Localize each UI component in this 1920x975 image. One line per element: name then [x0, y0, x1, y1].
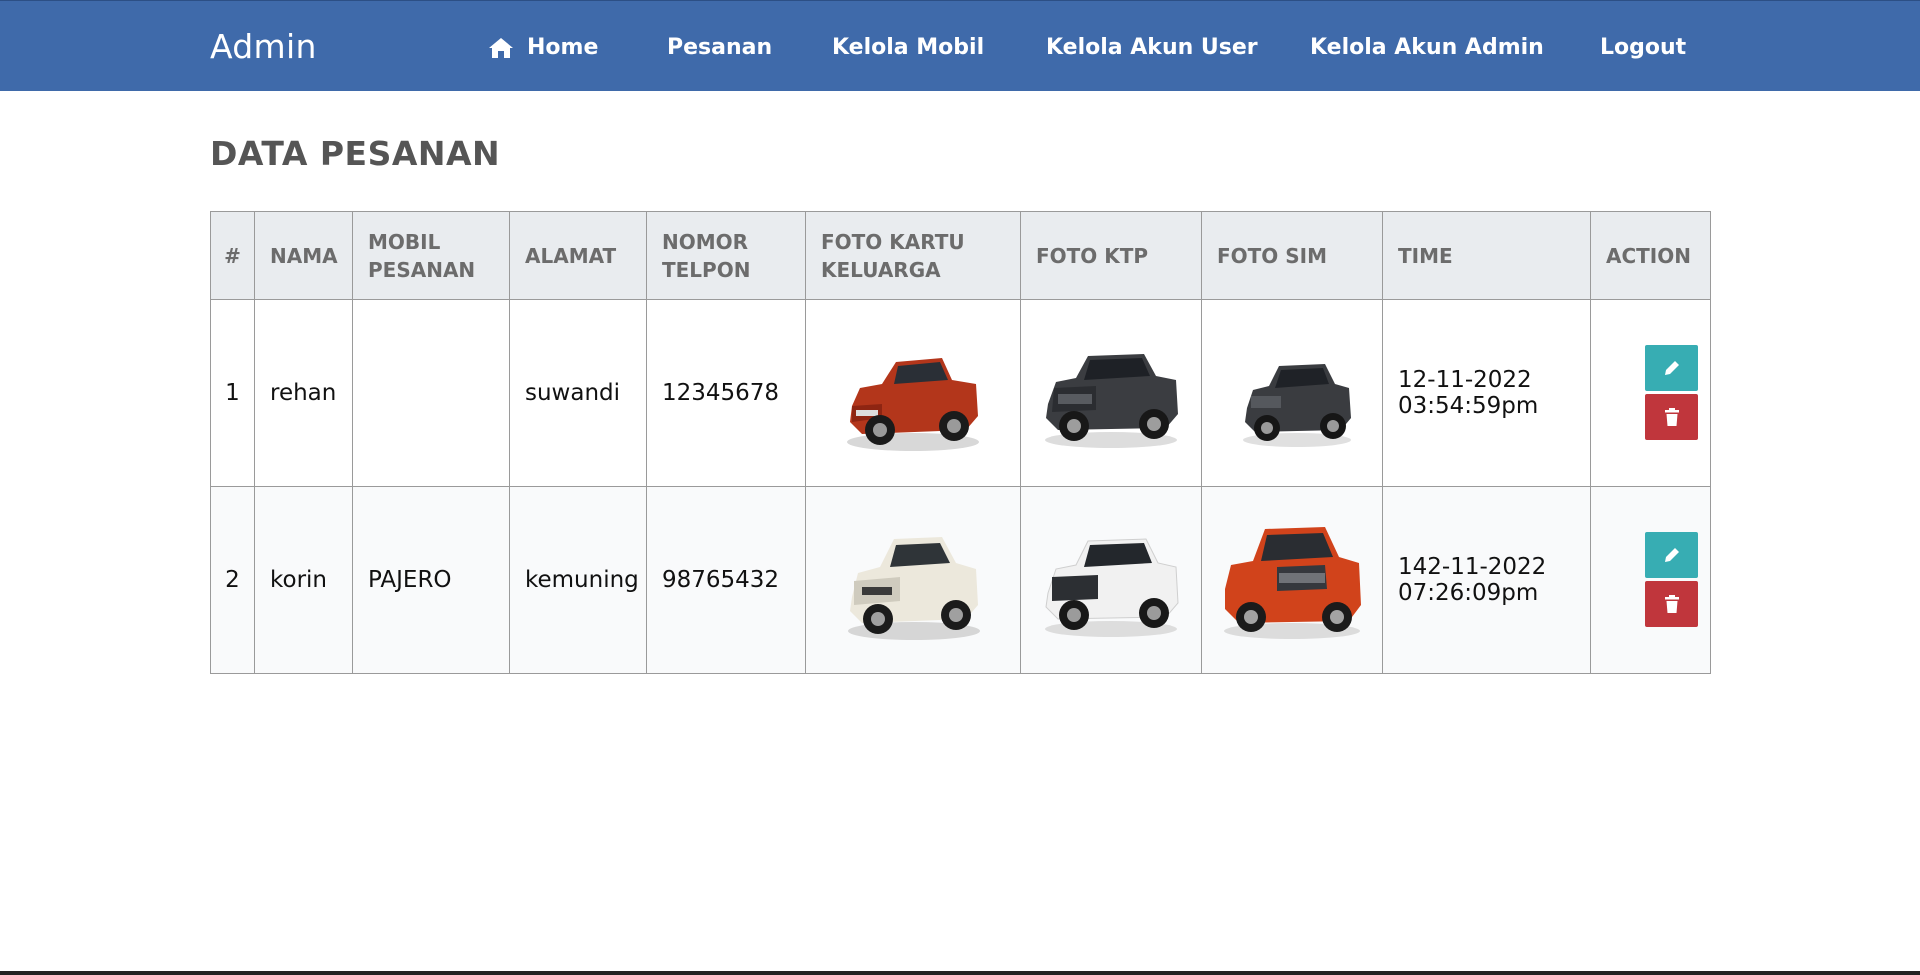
car-photo-red-pickup[interactable] [838, 318, 988, 468]
column-header-foto-sim: FOTO SIM [1201, 211, 1383, 300]
brand-title[interactable]: Admin [210, 27, 317, 66]
car-photo-white-suv[interactable] [1036, 505, 1186, 655]
time-clock: 07:26:09pm [1398, 580, 1539, 606]
nav-kelola-mobil-label: Kelola Mobil [832, 35, 985, 60]
top-navbar: Admin Home Pesanan Kelola Mobil Kelola A… [0, 0, 1920, 91]
pencil-icon [1664, 361, 1679, 375]
nav-logout-label: Logout [1600, 35, 1687, 60]
column-header-number: # [210, 211, 255, 300]
nav-pesanan-label: Pesanan [667, 35, 773, 60]
cell-action [1590, 299, 1711, 487]
delete-button[interactable] [1645, 394, 1698, 440]
column-header-alamat: ALAMAT [509, 211, 647, 300]
nav-kelola-akun-user-label: Kelola Akun User [1046, 35, 1258, 60]
nav-kelola-akun-admin[interactable]: Kelola Akun Admin [1310, 35, 1544, 60]
trash-icon [1664, 408, 1679, 426]
cell-mobil-pesanan: PAJERO [352, 486, 510, 674]
delete-button[interactable] [1645, 581, 1698, 627]
time-date: 142-11-2022 [1398, 554, 1547, 580]
orders-table: # NAMA MOBIL PESANAN ALAMAT NOMOR TELPON… [210, 211, 1711, 674]
car-photo-grey-pickup[interactable] [1217, 318, 1367, 468]
cell-foto-ktp [1020, 299, 1202, 487]
pencil-icon [1664, 548, 1679, 562]
nav-kelola-akun-user[interactable]: Kelola Akun User [1046, 35, 1258, 60]
nav-kelola-akun-admin-label: Kelola Akun Admin [1310, 35, 1544, 60]
car-photo-grey-suv[interactable] [1036, 318, 1186, 468]
car-photo-white-crossover[interactable] [838, 505, 988, 655]
cell-time: 142-11-2022 07:26:09pm [1382, 486, 1591, 674]
nav-pesanan[interactable]: Pesanan [667, 35, 772, 60]
cell-foto-kk [805, 299, 1021, 487]
cell-foto-ktp [1020, 486, 1202, 674]
page-title: DATA PESANAN [210, 134, 501, 173]
cell-nama: rehan [254, 299, 353, 487]
column-header-mobil-pesanan: MOBIL PESANAN [352, 211, 510, 300]
nav-home-label: Home [527, 35, 599, 60]
cell-foto-sim [1201, 299, 1383, 487]
column-header-time: TIME [1382, 211, 1591, 300]
column-header-action: ACTION [1590, 211, 1711, 300]
cell-nomor-telpon: 12345678 [646, 299, 806, 487]
nav-kelola-mobil[interactable]: Kelola Mobil [832, 35, 984, 60]
cell-foto-sim [1201, 486, 1383, 674]
table-row: 2 korin PAJERO kemuning 98765432 142-11-… [210, 486, 1711, 674]
column-header-foto-ktp: FOTO KTP [1020, 211, 1202, 300]
cell-mobil-pesanan [352, 299, 510, 487]
time-clock: 03:54:59pm [1398, 393, 1539, 419]
nav-home[interactable]: Home [487, 35, 598, 60]
row-number: 2 [210, 486, 255, 674]
cell-action [1590, 486, 1711, 674]
car-photo-orange-pickup[interactable] [1217, 505, 1367, 655]
column-header-foto-kk: FOTO KARTU KELUARGA [805, 211, 1021, 300]
row-number: 1 [210, 299, 255, 487]
edit-button[interactable] [1645, 345, 1698, 391]
bottom-border [0, 971, 1920, 975]
cell-foto-kk [805, 486, 1021, 674]
table-header-row: # NAMA MOBIL PESANAN ALAMAT NOMOR TELPON… [210, 211, 1711, 300]
column-header-nomor-telpon: NOMOR TELPON [646, 211, 806, 300]
nav-logout[interactable]: Logout [1600, 35, 1686, 60]
edit-button[interactable] [1645, 532, 1698, 578]
cell-nomor-telpon: 98765432 [646, 486, 806, 674]
cell-time: 12-11-2022 03:54:59pm [1382, 299, 1591, 487]
trash-icon [1664, 595, 1679, 613]
cell-alamat: kemuning [509, 486, 647, 674]
cell-nama: korin [254, 486, 353, 674]
home-icon [489, 37, 513, 58]
table-row: 1 rehan suwandi 12345678 12-11-2022 03:5… [210, 299, 1711, 487]
cell-alamat: suwandi [509, 299, 647, 487]
time-date: 12-11-2022 [1398, 367, 1532, 393]
column-header-nama: NAMA [254, 211, 353, 300]
